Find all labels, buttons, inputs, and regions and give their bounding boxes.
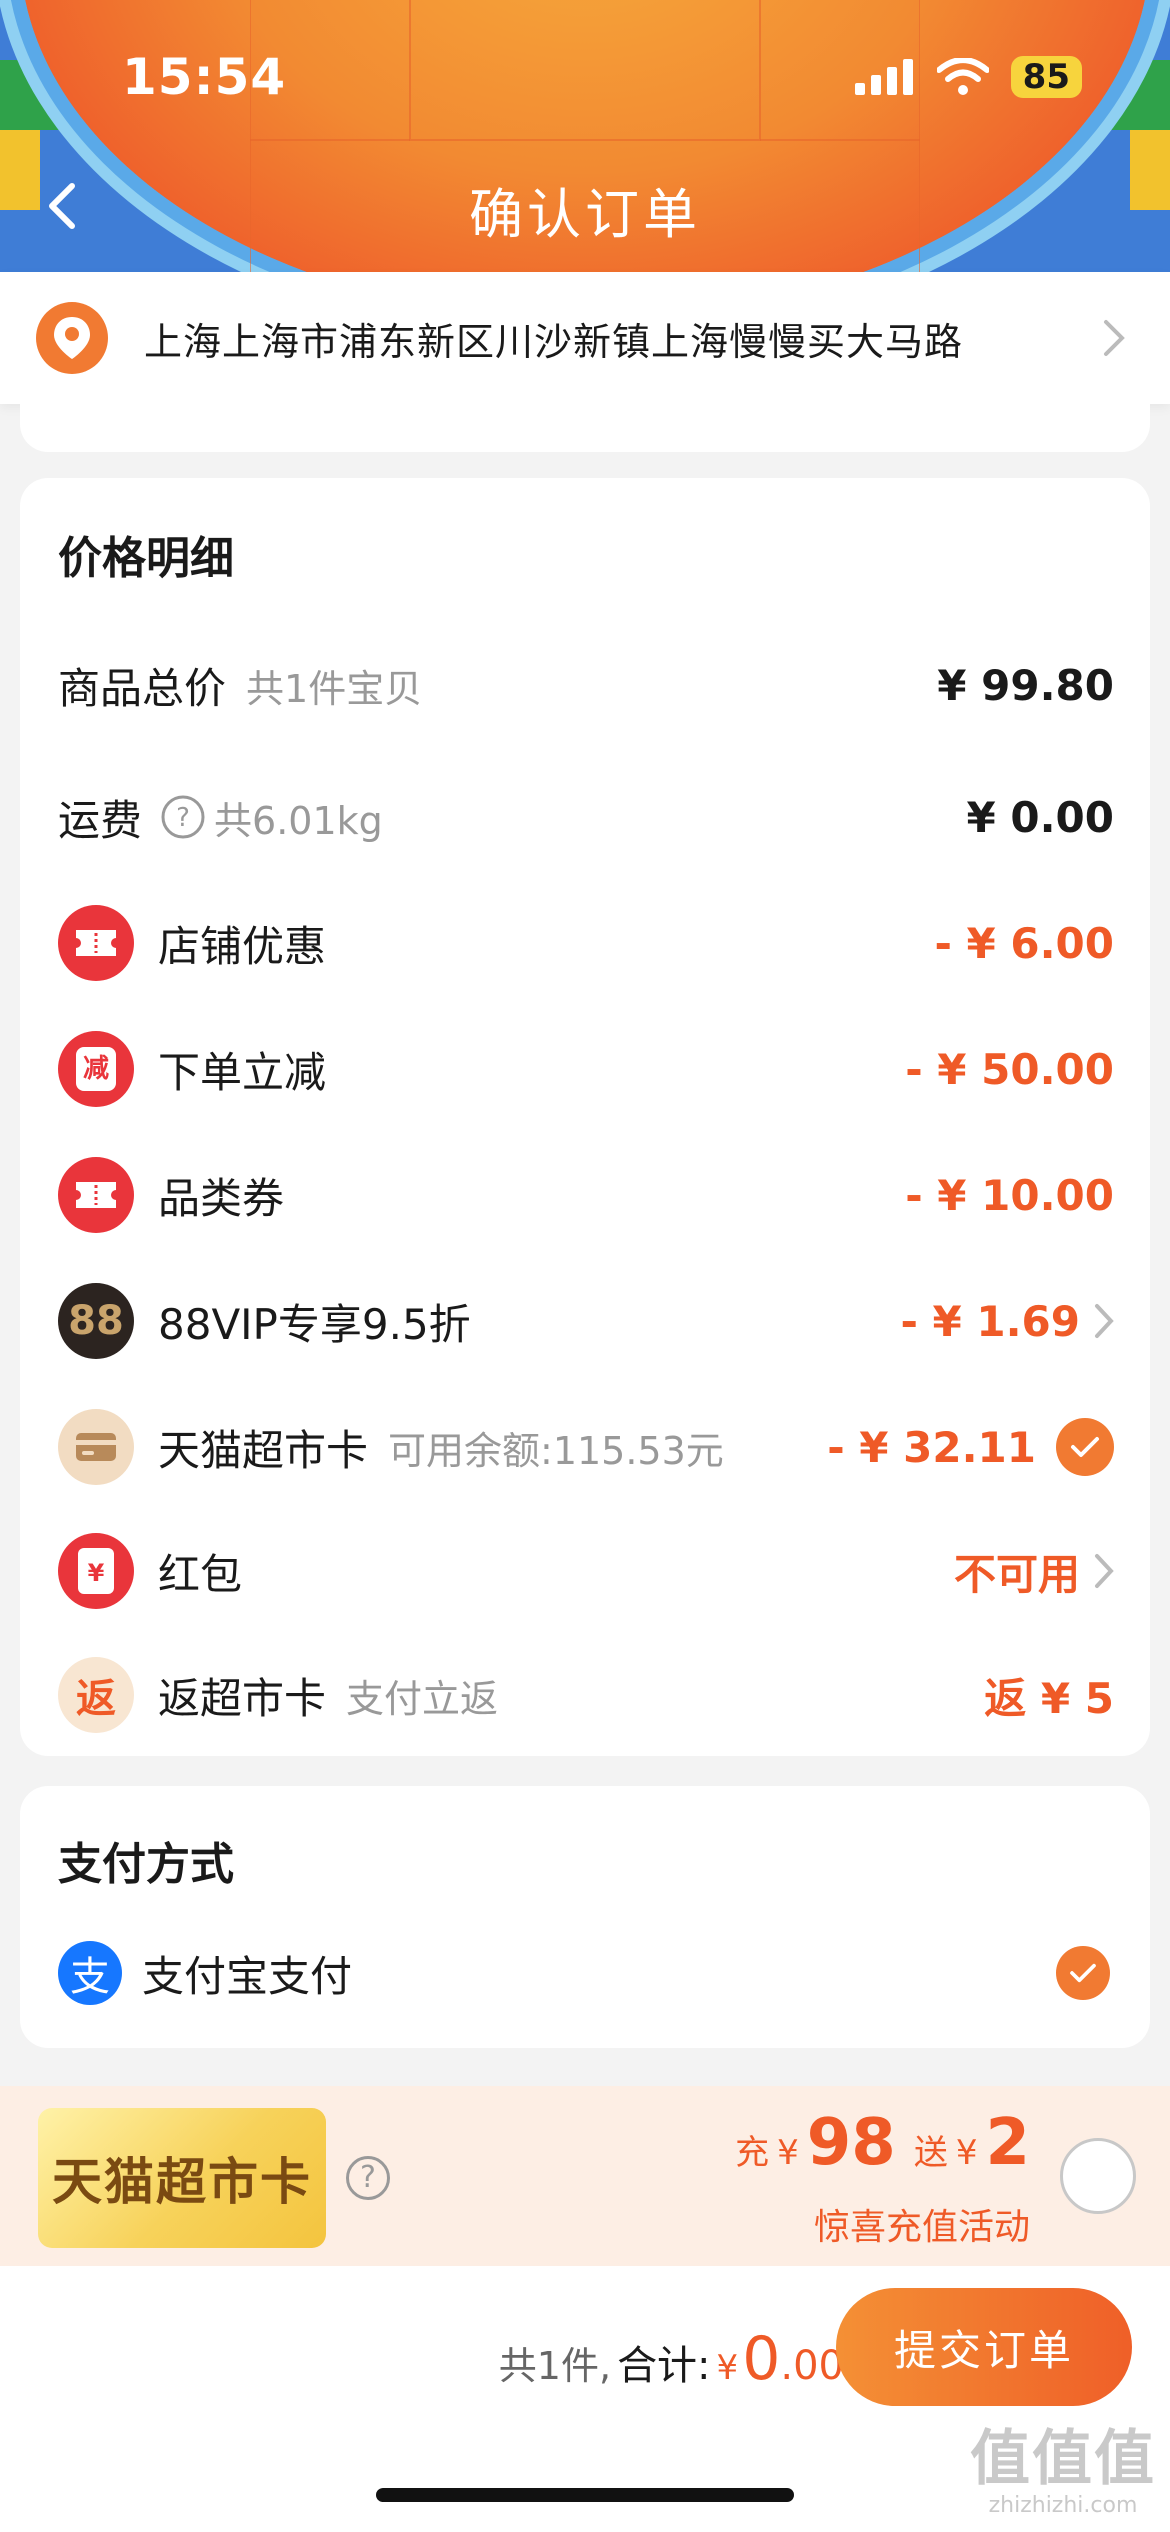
checkmark-icon[interactable] [1056,1946,1110,2000]
address-text: 上海上海市浦东新区川沙新镇上海慢慢买大马路 [144,319,964,364]
fan-icon: 返 [58,1657,134,1733]
shipping-amount: ¥ 0.00 [966,792,1114,842]
vip88-icon: 88 [58,1283,134,1359]
payment-method-label: 支付宝支付 [142,1951,353,2001]
cashback-sub: 支付立返 [346,1676,499,1721]
shipping-weight: 共6.01kg [214,798,383,843]
red-envelope-icon: ¥ [58,1533,134,1609]
category-coupon-amount: - ¥ 10.00 [905,1170,1114,1220]
payment-card: 支付方式 支 支付宝支付 [20,1786,1150,2048]
price-detail-card: 价格明细 商品总价 共1件宝贝 ¥ 99.80 运费 ? 共6.01kg ¥ 0… [20,478,1150,1756]
charge-amount: 98 [806,2106,896,2180]
promo-subtitle: 惊喜充值活动 [813,2207,1030,2248]
shop-discount-label: 店铺优惠 [158,921,327,971]
vip-discount-amount: - ¥ 1.69 [900,1296,1080,1346]
battery-indicator: 85 [1010,56,1082,98]
tmall-card-label: 天猫超市卡 [158,1425,369,1475]
submit-order-button[interactable]: 提交订单 [836,2288,1132,2406]
wifi-icon [936,58,989,95]
vip-discount-label: 88VIP专享9.5折 [158,1299,471,1349]
row-88vip[interactable]: 88 88VIP专享9.5折 - ¥ 1.69 [58,1276,1114,1366]
checkmark-icon[interactable] [1056,1418,1114,1476]
row-goods-total: 商品总价 共1件宝贝 ¥ 99.80 [58,640,1114,730]
ticket-icon [58,1157,134,1233]
goods-total-amount: ¥ 99.80 [937,660,1114,710]
total-integer: 0 [742,2324,781,2394]
help-icon[interactable]: ? [160,794,206,840]
total-decimal: .00 [780,2343,844,2389]
watermark-url: zhizhizhi.com [988,2493,1138,2518]
chevron-right-icon [1095,1554,1114,1588]
shop-discount-amount: - ¥ 6.00 [934,918,1114,968]
order-total: 共1件, 合计: ¥ 0 .00 [499,2324,844,2394]
header: 15:54 85 确认订单 [0,0,1170,272]
help-icon[interactable]: ? [346,2156,390,2200]
red-envelope-label: 红包 [158,1549,243,1599]
row-order-reduction: 减 下单立减 - ¥ 50.00 [58,1024,1114,1114]
tmall-card-badge: 天猫超市卡 [38,2108,326,2248]
total-label: 合计: [617,2343,711,2389]
watermark: 值值值 zhizhizhi.com [970,2410,1156,2518]
cashback-amount: 返 ¥ 5 [984,1673,1114,1723]
order-reduction-label: 下单立减 [158,1047,327,1097]
promo-radio[interactable] [1060,2138,1136,2214]
row-shop-discount: 店铺优惠 - ¥ 6.00 [58,898,1114,988]
goods-total-label: 商品总价 [58,663,227,713]
tmall-card-balance: 可用余额:115.53元 [388,1428,724,1473]
alipay-icon: 支 [58,1941,122,2005]
gift-prefix: 送 [913,2133,948,2173]
tmall-card-amount: - ¥ 32.11 [827,1422,1036,1472]
chevron-right-icon [1104,320,1125,356]
red-envelope-status: 不可用 [953,1549,1080,1599]
previous-card-bottom [20,404,1150,452]
status-time: 15:54 [122,48,287,106]
row-cashback-card: 返 返超市卡 支付立返 返 ¥ 5 [58,1650,1114,1740]
location-pin-icon [36,302,108,374]
shipping-label: 运费 [58,795,143,845]
charge-prefix: 充 [735,2133,770,2173]
row-shipping: 运费 ? 共6.01kg ¥ 0.00 [58,772,1114,862]
recharge-promo-bar[interactable]: 天猫超市卡 ? 充 ¥ 98 送 ¥ 2 惊喜充值活动 [0,2086,1170,2266]
page-title: 确认订单 [469,183,701,246]
chevron-right-icon [1095,1304,1114,1338]
currency-symbol: ¥ [777,2133,799,2173]
ticket-icon [58,905,134,981]
svg-text:?: ? [176,803,190,833]
recharge-offer: 充 ¥ 98 送 ¥ 2 [735,2106,1030,2180]
row-red-envelope[interactable]: ¥ 红包 不可用 [58,1526,1114,1616]
item-count: 共1件, [498,2344,612,2388]
goods-total-count: 共1件宝贝 [246,666,423,711]
status-icons: 85 [854,56,1082,98]
card-icon [58,1409,134,1485]
category-coupon-label: 品类券 [158,1173,285,1223]
home-indicator[interactable] [376,2488,794,2502]
payment-option-alipay[interactable]: 支 支付宝支付 [58,1928,1110,2018]
gift-amount: 2 [985,2106,1030,2180]
row-tmall-card[interactable]: 天猫超市卡 可用余额:115.53元 - ¥ 32.11 [58,1402,1114,1492]
payment-title: 支付方式 [58,1839,234,1890]
order-reduction-amount: - ¥ 50.00 [905,1044,1114,1094]
cashback-label: 返超市卡 [158,1673,327,1723]
watermark-logo: 值值值 [970,2424,1156,2494]
currency-symbol: ¥ [955,2133,978,2173]
discount-jar-icon: 减 [58,1031,134,1107]
total-currency: ¥ [716,2348,739,2388]
price-detail-title: 价格明细 [58,533,234,584]
address-bar[interactable]: 上海上海市浦东新区川沙新镇上海慢慢买大马路 [0,272,1170,404]
row-category-coupon: 品类券 - ¥ 10.00 [58,1150,1114,1240]
signal-icon [854,59,913,95]
